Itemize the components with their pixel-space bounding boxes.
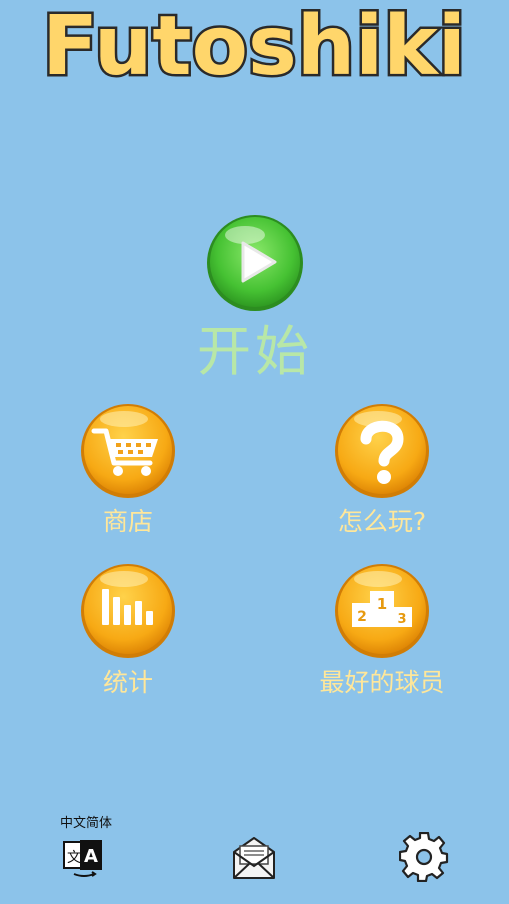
play-button[interactable]	[205, 213, 305, 313]
settings-button[interactable]	[398, 831, 449, 883]
svg-text:A: A	[84, 846, 98, 867]
svg-text:1: 1	[377, 595, 387, 613]
shop-label[interactable]: 商店	[28, 507, 228, 537]
translate-icon: A 文	[63, 840, 102, 877]
start-label[interactable]: 开始	[140, 320, 370, 384]
svg-text:文: 文	[67, 850, 81, 866]
leaderboard-button[interactable]: 1 2 3	[334, 563, 430, 659]
svg-text:2: 2	[357, 609, 367, 625]
gear-icon	[398, 831, 449, 883]
envelope-icon	[233, 837, 275, 879]
language-button[interactable]: A 文	[62, 836, 106, 880]
shop-button[interactable]	[80, 403, 176, 499]
mail-button[interactable]	[231, 834, 277, 880]
language-label: 中文简体	[59, 816, 112, 831]
howto-label[interactable]: 怎么玩?	[282, 507, 482, 537]
stats-button[interactable]	[80, 563, 176, 659]
howto-button[interactable]	[334, 403, 430, 499]
stats-label[interactable]: 统计	[28, 668, 228, 698]
app-title-text: Futoshiki	[42, 0, 466, 92]
svg-text:3: 3	[397, 612, 406, 627]
app-title: Futoshiki	[0, 0, 509, 92]
leaderboard-label[interactable]: 最好的球员	[282, 668, 482, 698]
